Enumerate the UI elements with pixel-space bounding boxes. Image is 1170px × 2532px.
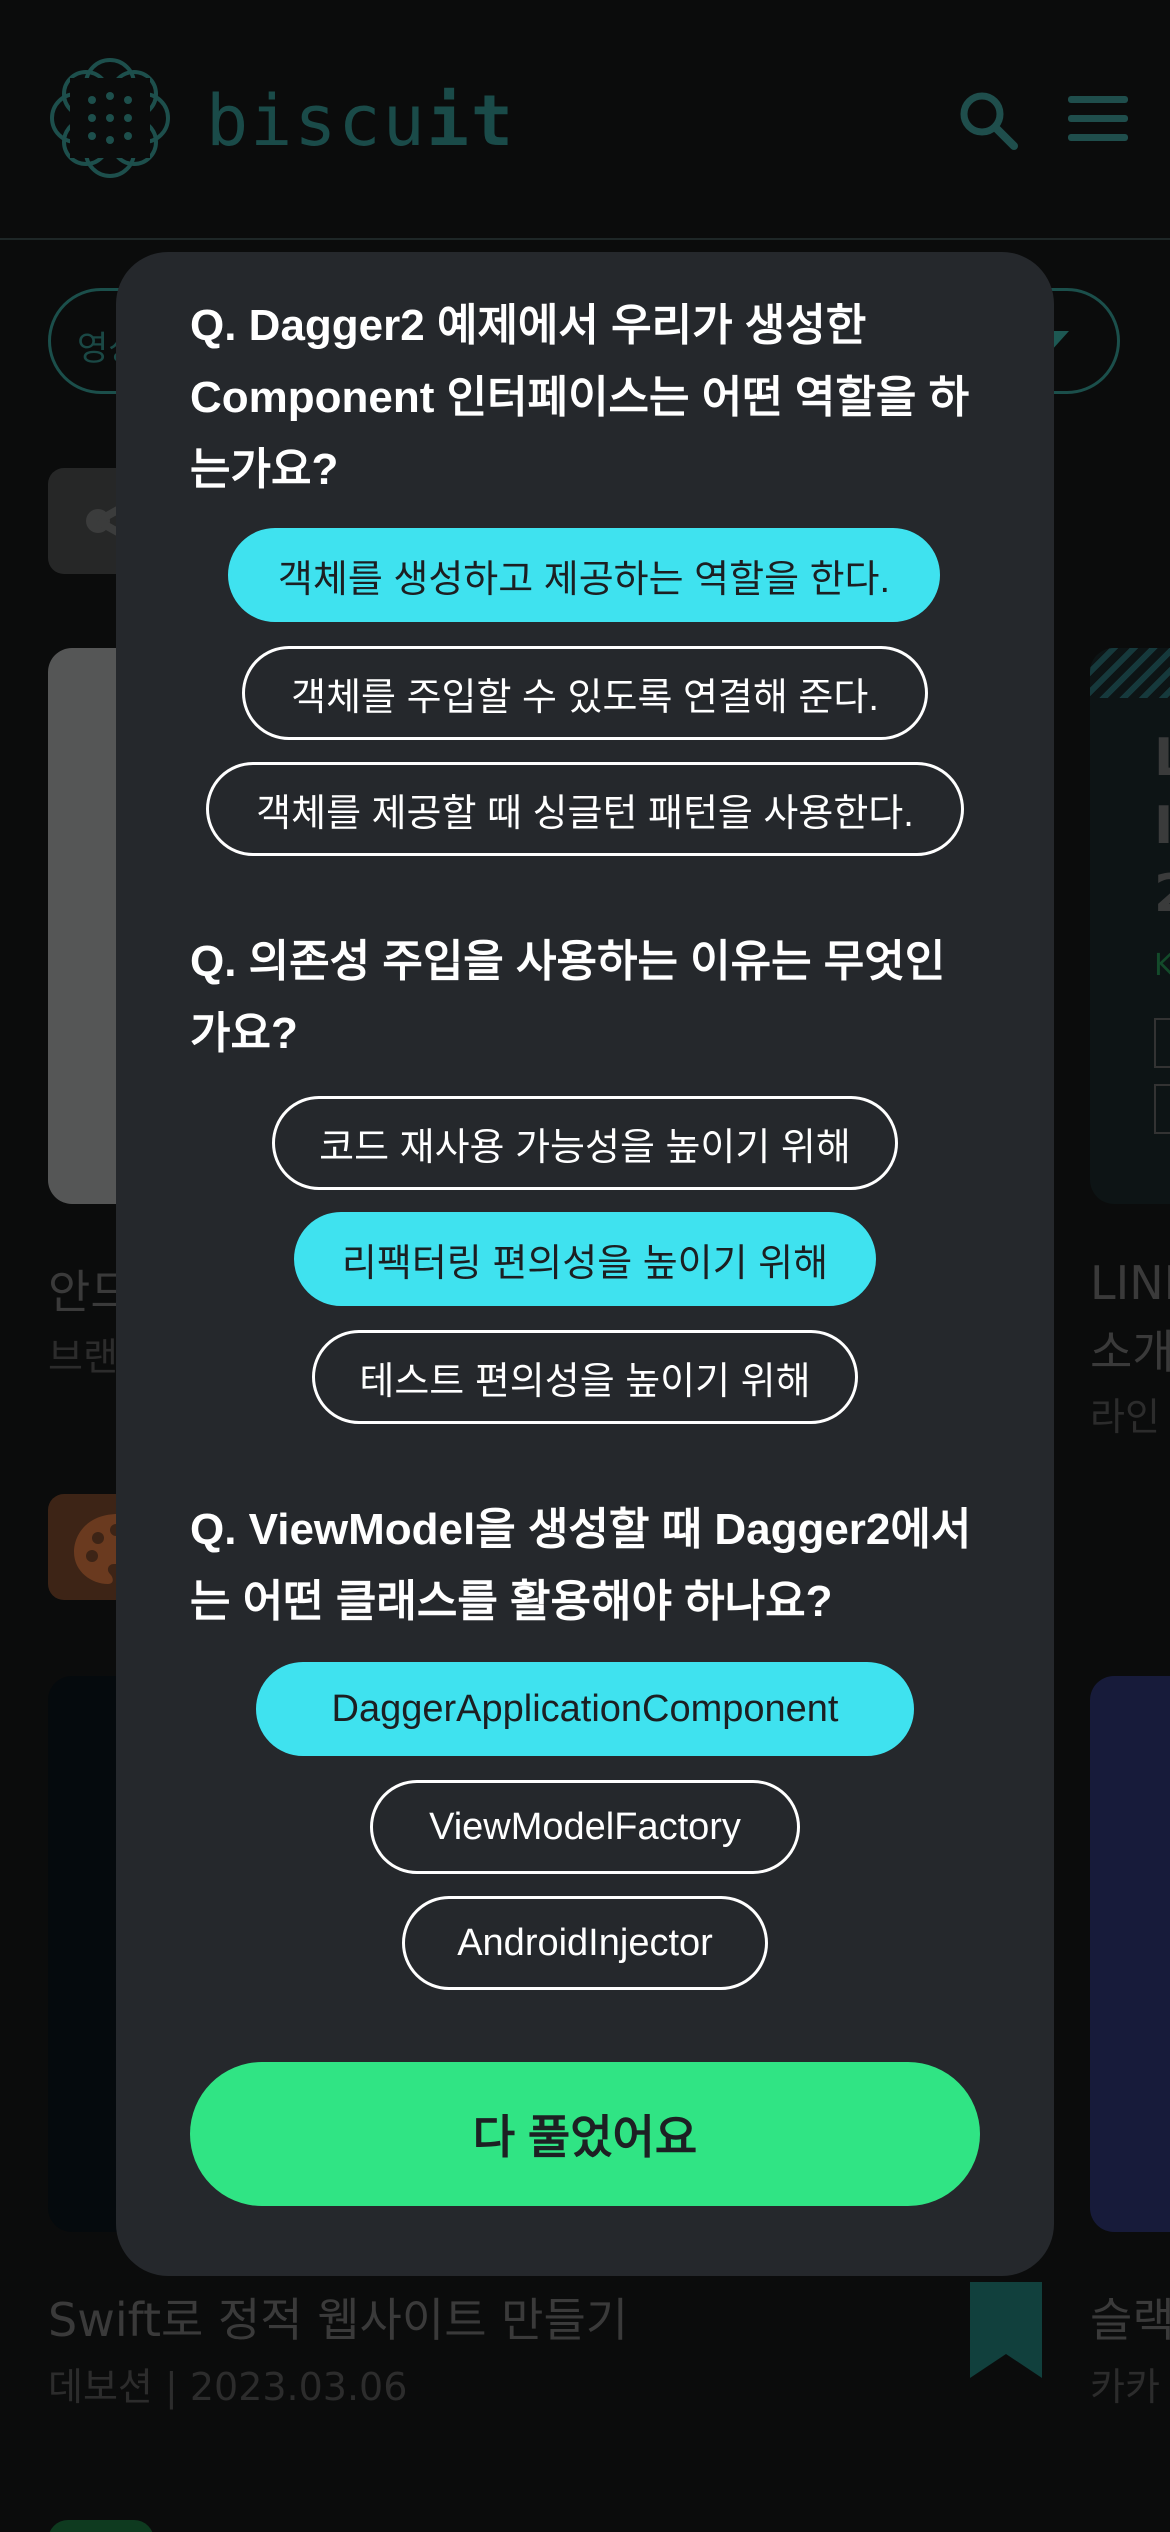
question-2-text: Q. 의존성 주입을 사용하는 이유는 무엇인가요? — [190, 937, 946, 1058]
card-thumbnail[interactable]: L I 2 K — [1090, 648, 1170, 1204]
q2-option-1[interactable]: 코드 재사용 가능성을 높이기 위해 — [272, 1096, 898, 1190]
question-3-text: Q. ViewModel을 생성할 때 Dagger2에서는 어떤 클래스를 활… — [190, 1505, 972, 1626]
quiz-modal: Q. Dagger2 예제에서 우리가 생성한 Component 인터페이스는… — [116, 252, 1054, 2276]
logo-wordmark[interactable]: biscuit — [206, 80, 515, 162]
card-title[interactable]: Swift로 정적 웹사이트 만들기 — [48, 2284, 628, 2350]
q2-option-3[interactable]: 테스트 편의성을 높이기 위해 — [312, 1330, 858, 1424]
card-meta: 브랜 — [48, 1335, 118, 1379]
q2-option-2[interactable]: 리팩터링 편의성을 높이기 위해 — [294, 1212, 876, 1306]
card-meta: 데보션 | 2023.03.06 — [48, 2365, 408, 2409]
q3-option-3[interactable]: AndroidInjector — [402, 1896, 768, 1990]
card-meta: 라인 — [1090, 1395, 1160, 1439]
card-title-line2[interactable]: 소개 — [1090, 1316, 1170, 1382]
q3-option-2[interactable]: ViewModelFactory — [370, 1780, 800, 1874]
submit-button[interactable]: 다 풀었어요 — [190, 2062, 980, 2206]
card-title[interactable]: 슬랙 — [1090, 2284, 1170, 2350]
card-meta: 카카 — [1090, 2365, 1160, 2409]
q1-option-1[interactable]: 객체를 생성하고 제공하는 역할을 한다. — [228, 528, 940, 622]
app-header: biscuit — [0, 0, 1170, 240]
q3-option-1[interactable]: DaggerApplicationComponent — [256, 1662, 914, 1756]
q1-option-3[interactable]: 객체를 제공할 때 싱글턴 패턴을 사용한다. — [206, 762, 964, 856]
q1-option-2[interactable]: 객체를 주입할 수 있도록 연결해 준다. — [242, 646, 928, 740]
card-title[interactable]: LINI — [1090, 1256, 1170, 1310]
category-icon[interactable] — [48, 2520, 154, 2532]
search-icon[interactable] — [956, 88, 1020, 152]
menu-icon[interactable] — [1068, 96, 1128, 142]
question-1-text: Q. Dagger2 예제에서 우리가 생성한 Component 인터페이스는… — [190, 301, 970, 494]
bookmark-icon[interactable] — [970, 2282, 1042, 2378]
cookie-logo-icon[interactable] — [40, 48, 180, 188]
card-thumbnail[interactable] — [1090, 1676, 1170, 2232]
